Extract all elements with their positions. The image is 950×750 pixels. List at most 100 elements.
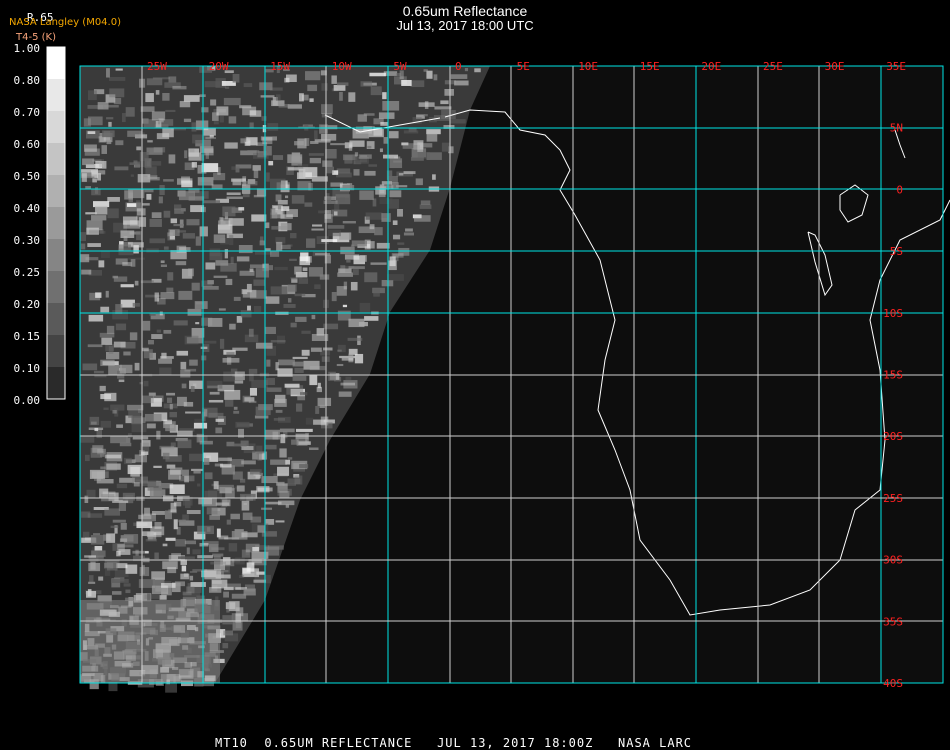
cloud — [106, 68, 110, 78]
cloud — [201, 355, 207, 361]
cloud — [201, 107, 209, 113]
longitude-label: 10W — [332, 60, 352, 73]
cloud — [296, 439, 308, 446]
cloud — [169, 411, 178, 418]
cloud — [277, 335, 286, 345]
cloud — [284, 77, 290, 83]
cloud — [86, 220, 103, 231]
cloud — [136, 208, 146, 216]
cloud — [133, 245, 139, 254]
cloud — [177, 230, 187, 233]
cloud — [219, 115, 224, 123]
cloud — [173, 519, 178, 530]
cloud — [266, 172, 270, 182]
cloud — [176, 350, 189, 356]
colorbar-tick-label: 0.50 — [14, 170, 41, 183]
cloud — [226, 196, 243, 200]
cloud — [95, 292, 102, 298]
cloud — [115, 68, 123, 71]
cloud — [277, 500, 295, 506]
cloud — [401, 79, 412, 86]
longitude-label: 35E — [886, 60, 906, 73]
cloud — [248, 328, 254, 337]
cloud — [338, 391, 352, 397]
cloud — [260, 236, 264, 242]
cloud — [200, 154, 205, 161]
cloud — [138, 514, 152, 520]
cloud — [144, 594, 161, 599]
cloud — [173, 320, 188, 326]
cloud — [222, 642, 229, 649]
cloud — [222, 615, 233, 625]
colorbar-tick-label: 0.20 — [14, 298, 41, 311]
longitude-label: 25W — [147, 60, 167, 73]
cloud — [98, 576, 104, 581]
cloud — [336, 363, 344, 367]
cloud — [337, 272, 353, 277]
cloud — [294, 293, 306, 297]
cloud — [144, 413, 162, 422]
cloud — [91, 188, 101, 196]
cloud — [123, 351, 131, 356]
cloud — [405, 228, 413, 232]
cloud — [182, 233, 195, 239]
satellite-map: 1.00 0.80 0.70 0.60 0.50 0.40 0.30 0.25 0.20 0.15… — [14, 42, 950, 693]
cloud — [97, 173, 101, 181]
cloud — [156, 430, 161, 440]
cloud — [187, 308, 202, 316]
cloud — [183, 95, 200, 102]
cloud — [314, 284, 321, 290]
cloud — [302, 267, 308, 272]
cloud — [105, 290, 109, 298]
cloud — [215, 418, 224, 422]
cloud — [199, 440, 213, 445]
cloud — [289, 258, 297, 261]
cloud — [226, 519, 231, 525]
cloud — [145, 93, 154, 103]
cloud — [243, 83, 253, 88]
cloud — [315, 405, 320, 414]
colorbar-tick-label: 0.25 — [14, 266, 41, 279]
cloud — [348, 318, 365, 328]
cloud — [331, 291, 337, 302]
cloud — [283, 303, 296, 308]
cloud — [118, 379, 125, 383]
cloud — [107, 197, 120, 202]
cloud — [104, 508, 121, 516]
cloud — [280, 434, 286, 444]
longitude-label: 0 — [455, 60, 462, 73]
cloud — [162, 561, 178, 570]
cloud — [264, 326, 276, 334]
cloud — [238, 207, 245, 211]
cloud — [178, 290, 193, 300]
cloud — [217, 167, 221, 175]
cloud — [197, 483, 201, 487]
cloud — [183, 118, 192, 123]
cloud — [260, 136, 277, 141]
cloud — [163, 329, 172, 334]
cloud — [339, 91, 343, 101]
cloud — [134, 454, 147, 463]
cloud — [92, 178, 97, 183]
cloud — [433, 74, 438, 81]
cloud — [364, 272, 378, 283]
cloud — [110, 435, 127, 444]
cloud — [89, 575, 94, 584]
cloud — [82, 363, 98, 371]
cloud — [209, 391, 220, 395]
cloud — [189, 575, 194, 581]
cloud — [194, 301, 208, 309]
cloud — [353, 169, 360, 176]
cloud — [226, 602, 230, 613]
cloud — [210, 99, 217, 106]
cloud — [128, 409, 141, 418]
cloud — [315, 253, 331, 256]
cloud — [116, 483, 128, 489]
cloud — [106, 139, 112, 145]
cloud — [287, 244, 293, 247]
cloud — [309, 365, 326, 371]
cloud — [245, 543, 260, 553]
cloud — [269, 87, 283, 91]
cloud — [195, 236, 201, 246]
cloud — [351, 240, 367, 247]
